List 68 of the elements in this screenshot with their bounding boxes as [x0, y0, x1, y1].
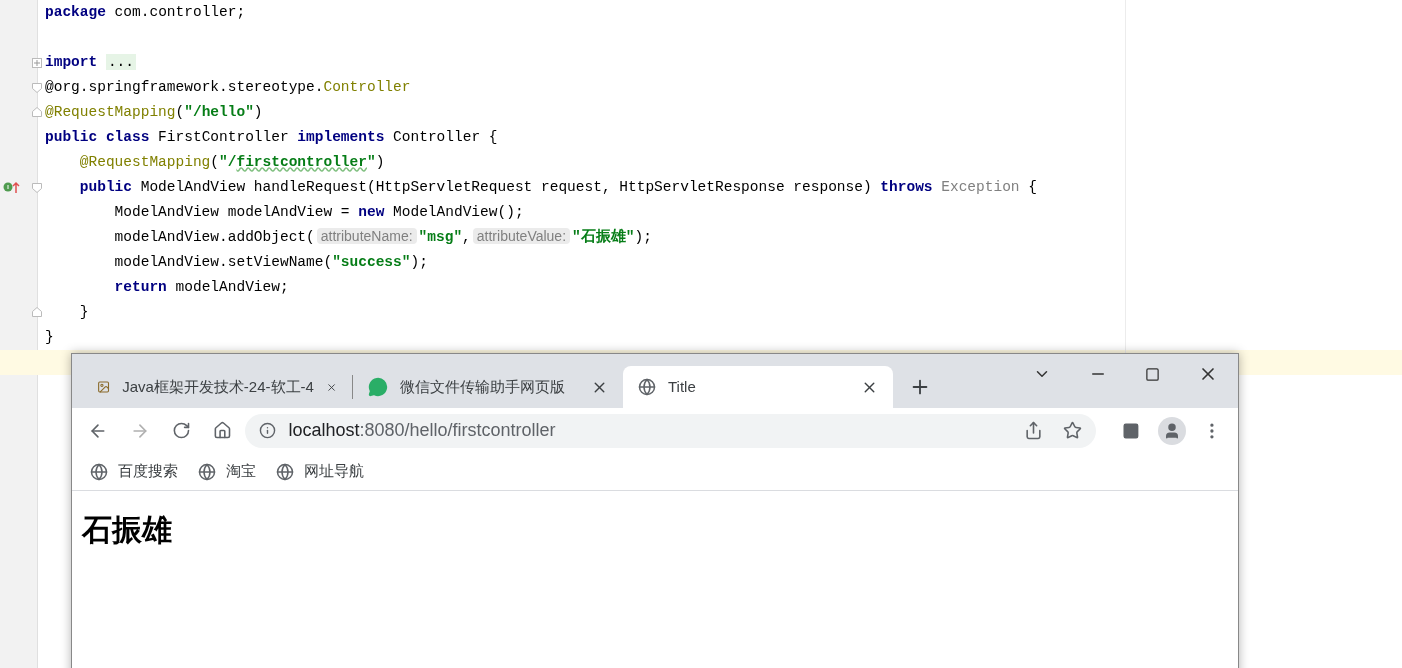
tab-title: 微信文件传输助手网页版 [400, 376, 566, 397]
reload-icon[interactable] [171, 421, 191, 440]
code-string: "msg" [418, 228, 463, 245]
globe-icon [198, 462, 216, 481]
browser-tab[interactable]: Title [623, 366, 893, 408]
code-keyword: new [358, 203, 385, 220]
code-annotation: @RequestMapping [79, 153, 211, 170]
code-text: ); [634, 228, 652, 245]
bookmark-label: 网址导航 [304, 461, 364, 482]
code-text: , [462, 228, 471, 245]
code-text: modelAndView; [174, 278, 289, 295]
share-icon[interactable] [1024, 421, 1044, 440]
code-text: } [79, 303, 89, 320]
code-string: firstcontroller [236, 153, 367, 170]
address-bar[interactable]: localhost:8080/hello/firstcontroller [245, 413, 1097, 448]
code-string: "石振雄" [572, 228, 635, 245]
code-text: ) [253, 103, 263, 120]
code-text: ) [375, 153, 385, 170]
maximize-icon[interactable] [1145, 366, 1160, 382]
code-text: Controller { [392, 128, 498, 145]
code-text: modelAndView.setViewName( [114, 253, 333, 270]
code-string: " [366, 153, 376, 170]
browser-tab[interactable]: Java框架开发技术-24-软工-4 [82, 366, 352, 408]
tab-title: Java框架开发技术-24-软工-4 [122, 376, 314, 397]
code-string: "/hello" [184, 103, 254, 120]
info-icon [259, 422, 277, 439]
bookmark-label: 淘宝 [226, 461, 256, 482]
star-icon[interactable] [1063, 421, 1083, 440]
url-text: localhost:8080/hello/firstcontroller [288, 419, 557, 442]
page-heading: 石振雄 [82, 512, 173, 548]
code-string: "/ [219, 153, 237, 170]
code-keyword: public class [45, 128, 150, 145]
code-keyword: throws [880, 178, 933, 195]
code-text: ModelAndView handleRequest(HttpServletRequest request, HttpServletResponse response) [139, 178, 873, 195]
code-annotation: @RequestMapping [45, 103, 176, 120]
folded-code[interactable]: ... [105, 53, 136, 70]
code-text: { [1027, 178, 1037, 195]
code-text: com.controller; [113, 3, 246, 20]
chat-bubble-icon [368, 377, 388, 397]
globe-icon [638, 378, 656, 396]
code-keyword: implements [297, 128, 385, 145]
code-text: ( [210, 153, 220, 170]
side-panel-icon[interactable] [1122, 421, 1141, 440]
code-string: "success" [332, 253, 411, 270]
code-text: ( [175, 103, 185, 120]
globe-icon [90, 462, 108, 481]
code-text: ); [410, 253, 428, 270]
parameter-hint: attributeName: [316, 228, 417, 245]
implements-icon[interactable] [3, 181, 21, 193]
globe-icon [276, 462, 294, 481]
profile-avatar[interactable] [1158, 416, 1187, 445]
code-keyword: public [79, 178, 132, 195]
code-text: modelAndView.addObject( [114, 228, 315, 245]
code-keyword: import [45, 53, 98, 70]
bookmark-label: 百度搜索 [118, 461, 178, 482]
home-icon[interactable] [212, 421, 232, 440]
browser-tab[interactable]: 微信文件传输助手网页版 [353, 366, 623, 408]
code-keyword: return [114, 278, 167, 295]
code-text: @org.springframework.stereotype. [45, 78, 324, 95]
code-type: Exception [941, 178, 1020, 195]
code-text: FirstController [157, 128, 290, 145]
code-annotation: Controller [323, 78, 411, 95]
parameter-hint: attributeValue: [472, 228, 571, 245]
code-keyword: package [45, 3, 106, 20]
tab-title: Title [668, 376, 697, 397]
code-text: } [45, 328, 54, 345]
code-text: ModelAndView(); [392, 203, 524, 220]
code-text: ModelAndView modelAndView = [114, 203, 351, 220]
